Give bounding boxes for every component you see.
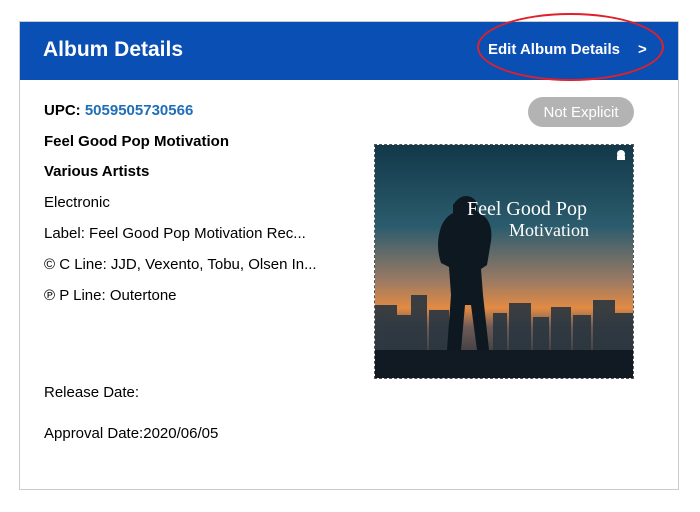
cover-title-line1: Feel Good Pop xyxy=(467,198,587,220)
cover-title-line2: Motivation xyxy=(509,220,589,240)
album-details-card: Album Details Edit Album Details > UPC: … xyxy=(19,13,679,490)
cover-logo-icon xyxy=(617,150,625,160)
edit-album-details-link[interactable]: Edit Album Details > xyxy=(488,41,647,58)
explicit-status-badge: Not Explicit xyxy=(528,97,634,127)
edit-album-details-label[interactable]: Edit Album Details xyxy=(488,41,620,58)
album-genre: Electronic xyxy=(44,194,110,211)
chevron-right-icon[interactable]: > xyxy=(638,41,647,58)
approval-date: Approval Date:2020/06/05 xyxy=(44,425,219,442)
upc-row: UPC: 5059505730566 xyxy=(44,102,193,119)
upc-value[interactable]: 5059505730566 xyxy=(85,102,193,119)
upc-label: UPC: xyxy=(44,102,81,119)
release-date: Release Date: xyxy=(44,384,140,401)
album-artist: Various Artists xyxy=(44,163,150,180)
label-line: Label: Feel Good Pop Motivation Rec... xyxy=(44,225,306,242)
album-title: Feel Good Pop Motivation xyxy=(44,133,229,150)
page-title: Album Details xyxy=(43,38,184,61)
p-line: ℗ P Line: Outertone xyxy=(44,287,177,304)
album-cover-image: Feel Good Pop Motivation xyxy=(374,144,634,379)
c-line: © C Line: JJD, Vexento, Tobu, Olsen In..… xyxy=(44,256,317,273)
card-header: Album Details Edit Album Details > xyxy=(20,13,678,81)
